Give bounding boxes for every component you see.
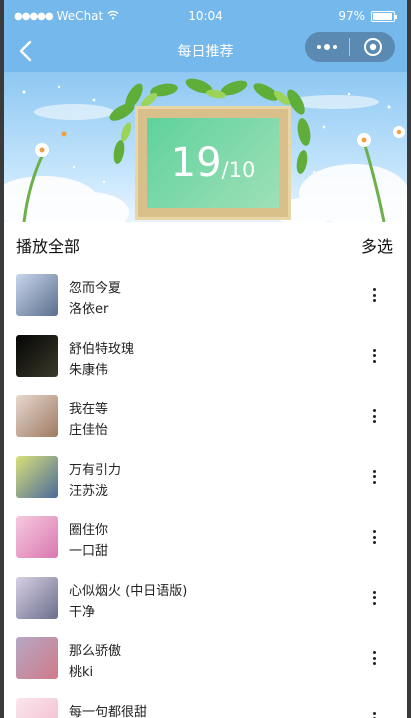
more-dot-icon: [372, 409, 376, 412]
song-artist: 汪苏泷: [69, 483, 109, 499]
battery-fill: [373, 12, 393, 20]
song-row[interactable]: 舒伯特玫瑰 朱康伟: [4, 327, 407, 388]
album-cover: [16, 455, 58, 498]
battery-status: 97%: [338, 9, 397, 23]
top-bar: ●●●●● WeChat 10:04 97% 每日推荐: [4, 0, 407, 72]
album-cover: [16, 334, 58, 377]
more-dot-icon: [372, 348, 376, 352]
album-cover: [16, 697, 58, 718]
battery-icon: [371, 10, 397, 22]
date-frame: 19 /10: [135, 106, 291, 220]
more-dot-icon: [372, 596, 376, 599]
album-cover: [16, 576, 58, 619]
more-dot-icon: [372, 469, 376, 473]
song-row[interactable]: 我在等 庄佳怡: [4, 387, 407, 448]
song-artist: 一口甜: [69, 544, 109, 559]
song-more-button[interactable]: [369, 409, 379, 423]
song-more-button[interactable]: [369, 651, 379, 665]
more-dot-icon: [372, 651, 376, 654]
more-dot-icon: [372, 475, 376, 478]
song-title: 每一句都很甜: [69, 704, 148, 718]
status-bar: ●●●●● WeChat 10:04 97%: [4, 0, 407, 32]
target-circle-icon: [363, 38, 382, 56]
song-row[interactable]: 心似烟火 (中日语版) 干净: [4, 569, 407, 630]
more-dot-icon: [372, 293, 376, 297]
date-day: 19: [170, 140, 222, 186]
more-dot-icon: [333, 45, 337, 49]
album-cover: [16, 395, 58, 437]
song-title: 万有引力: [69, 462, 122, 478]
song-more-button[interactable]: [369, 590, 379, 605]
song-artist: 干净: [69, 604, 96, 620]
more-dot-icon: [372, 288, 376, 291]
more-dot-icon: [372, 590, 376, 594]
date-board: 19 /10: [147, 118, 279, 208]
more-dot-icon: [372, 480, 376, 484]
close-mini-program-button[interactable]: [350, 32, 395, 62]
more-dot-icon: [372, 299, 376, 302]
song-artist: 桃ki: [69, 665, 94, 680]
song-title: 舒伯特玫瑰: [69, 341, 135, 357]
song-title: 那么骄傲: [69, 644, 122, 659]
song-row[interactable]: 圈住你 一口甜: [4, 508, 407, 569]
song-row[interactable]: 那么骄傲桃ki: [4, 629, 407, 690]
song-title: 我在等: [69, 402, 109, 417]
song-title: 心似烟火 (中日语版): [69, 583, 188, 599]
song-more-button[interactable]: [369, 469, 379, 484]
song-more-button[interactable]: [369, 530, 379, 544]
play-all-button[interactable]: 播放全部: [16, 233, 80, 257]
more-dot-icon: [372, 420, 376, 423]
song-list: 忽而今夏 洛依er 舒伯特玫瑰 朱康伟 我在等 庄佳怡 万有引力 汪苏泷 圈住你 一口甜 心似烟火 …: [4, 266, 407, 718]
more-dot-icon: [372, 711, 376, 715]
more-dot-icon: [372, 359, 376, 363]
more-dot-icon: [372, 354, 376, 357]
song-title: 忽而今夏: [69, 281, 122, 296]
list-header: 播放全部 多选: [4, 222, 407, 266]
more-dot-icon: [324, 44, 330, 50]
more-dot-icon: [317, 45, 321, 49]
more-dot-icon: [372, 662, 376, 665]
more-dot-icon: [372, 535, 376, 539]
more-dot-icon: [372, 414, 376, 418]
more-dot-icon: [372, 656, 376, 660]
more-dot-icon: [372, 530, 376, 533]
song-artist: 洛依er: [69, 302, 109, 317]
album-cover: [16, 516, 58, 558]
daily-banner: 19 /10: [4, 72, 407, 222]
battery-percent: 97%: [338, 9, 365, 23]
multi-select-button[interactable]: 多选: [361, 233, 393, 257]
song-row[interactable]: 忽而今夏洛依er: [4, 266, 407, 327]
song-title: 圈住你: [69, 523, 109, 538]
song-artist: 朱康伟: [69, 362, 109, 378]
phone-screen: ●●●●● WeChat 10:04 97% 每日推荐 19 /10 播放全部 …: [4, 0, 407, 718]
song-more-button[interactable]: [369, 711, 379, 718]
song-artist: 庄佳怡: [69, 423, 109, 438]
more-dot-icon: [372, 601, 376, 605]
album-cover: [16, 274, 58, 316]
navigation-bar: 每日推荐: [4, 32, 407, 72]
more-menu-button[interactable]: [305, 32, 349, 62]
more-dot-icon: [372, 541, 376, 544]
song-more-button[interactable]: [369, 288, 379, 302]
song-row[interactable]: 每一句都很甜: [4, 690, 407, 718]
song-more-button[interactable]: [369, 348, 379, 363]
date-month: /10: [221, 158, 256, 182]
album-cover: [16, 637, 58, 679]
mini-program-capsule: [305, 32, 395, 62]
song-row[interactable]: 万有引力 汪苏泷: [4, 448, 407, 509]
